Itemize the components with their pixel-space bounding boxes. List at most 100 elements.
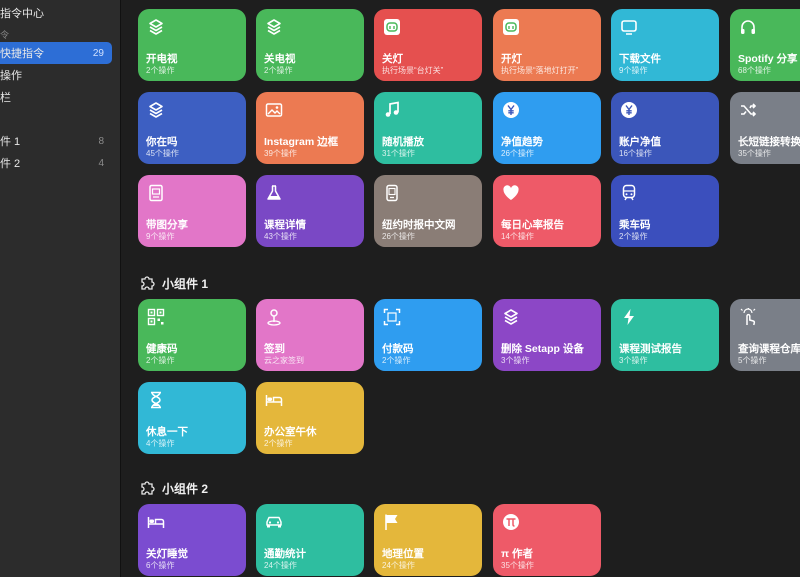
shortcut-action-count: 6个操作 [146, 561, 175, 570]
sidebar-item-label: 件 2 [0, 158, 21, 170]
shortcut-tile[interactable]: 下载文件 9个操作 [611, 9, 719, 81]
sidebar-title-text: 指令中心 [0, 8, 44, 20]
shortcut-tile[interactable]: 地理位置 24个操作 [374, 504, 482, 576]
sidebar-item-label: 操作 [0, 70, 22, 82]
shortcut-tile[interactable]: 随机播放 31个操作 [374, 92, 482, 164]
shortcut-tile[interactable]: 纽约时报中文网 26个操作 [374, 175, 482, 247]
shortcut-name: 课程测试报告 [619, 343, 682, 355]
sidebar-section-header: 令 [0, 30, 10, 40]
sidebar-item-label: 件 1 [0, 136, 21, 148]
widget-1-header: 小组件 1 [139, 274, 208, 292]
shortcut-name: 随机播放 [382, 136, 424, 148]
sidebar-item-count: 8 [98, 135, 104, 147]
shortcut-action-count: 9个操作 [146, 232, 175, 241]
shortcut-tile[interactable]: 你在吗 45个操作 [138, 92, 246, 164]
shortcut-tile[interactable]: 付款码 2个操作 [374, 299, 482, 371]
bolt-icon [620, 308, 638, 326]
shortcut-tile[interactable]: 长短链接转换 35个操作 [730, 92, 800, 164]
sidebar-item-count: 4 [98, 157, 104, 169]
bed-icon [147, 513, 165, 531]
shortcut-tile[interactable]: 净值趋势 26个操作 [493, 92, 601, 164]
shortcut-name: 纽约时报中文网 [382, 219, 456, 231]
shortcut-tile[interactable]: 通勤统计 24个操作 [256, 504, 364, 576]
bed-icon [265, 391, 283, 409]
shortcut-action-count: 2个操作 [264, 66, 293, 75]
sidebar-item-all-shortcuts[interactable]: 快捷指令 29 [0, 42, 112, 64]
widget-puzzle-icon [141, 481, 155, 495]
scan-code-icon [383, 308, 401, 326]
train-icon [620, 184, 638, 202]
shortcut-action-count: 执行场景“落地灯打开” [501, 66, 579, 75]
shortcut-tile[interactable]: 开电视 2个操作 [138, 9, 246, 81]
sidebar-item-menu-bar[interactable]: 栏 [0, 86, 112, 108]
qr-code-icon [147, 308, 165, 326]
shortcut-action-count: 24个操作 [264, 561, 297, 570]
shortcut-tile[interactable]: 健康码 2个操作 [138, 299, 246, 371]
shortcut-tile[interactable]: 课程详情 43个操作 [256, 175, 364, 247]
shortcut-name: 关灯 [382, 53, 403, 65]
shortcut-action-count: 68个操作 [738, 66, 771, 75]
car-icon [265, 513, 283, 531]
shortcut-action-count: 4个操作 [146, 439, 175, 448]
shortcut-name: 每日心率报告 [501, 219, 564, 231]
shortcut-action-count: 执行场景“台灯关” [382, 66, 444, 75]
layers-icon [265, 18, 283, 36]
shortcut-name: 签到 [264, 343, 285, 355]
shortcut-action-count: 35个操作 [738, 149, 771, 158]
shortcut-tile[interactable]: 关电视 2个操作 [256, 9, 364, 81]
layers-icon [147, 101, 165, 119]
shortcut-tile[interactable]: 签到 云之家签到 [256, 299, 364, 371]
sidebar-item-label: 栏 [0, 92, 11, 104]
shortcut-tile[interactable]: 查询课程仓库 5个操作 [730, 299, 800, 371]
tap-icon [739, 308, 757, 326]
shortcut-action-count: 云之家签到 [264, 356, 304, 365]
shortcut-action-count: 2个操作 [146, 66, 175, 75]
shortcut-action-count: 3个操作 [501, 356, 530, 365]
shortcut-name: 课程详情 [264, 219, 306, 231]
shortcut-name: 开电视 [146, 53, 178, 65]
shortcut-tile[interactable]: 账户净值 16个操作 [611, 92, 719, 164]
phone-icon [383, 184, 401, 202]
shortcut-tile[interactable]: 办公室午休 2个操作 [256, 382, 364, 454]
sidebar: 指令中心 令 快捷指令 29 操作 栏 件 1 8 件 2 4 [0, 0, 121, 577]
shortcut-name: 地理位置 [382, 548, 424, 560]
shortcut-tile[interactable]: 乘车码 2个操作 [611, 175, 719, 247]
shortcut-name: 下载文件 [619, 53, 661, 65]
shortcut-tile[interactable]: 关灯 执行场景“台灯关” [374, 9, 482, 81]
shortcut-tile[interactable]: 休息一下 4个操作 [138, 382, 246, 454]
shortcut-name: 删除 Setapp 设备 [501, 343, 584, 355]
shortcut-name: 关灯睡觉 [146, 548, 188, 560]
shortcut-tile[interactable]: 删除 Setapp 设备 3个操作 [493, 299, 601, 371]
sidebar-item-label: 快捷指令 [0, 48, 44, 60]
shortcut-action-count: 39个操作 [264, 149, 297, 158]
widget-2-header: 小组件 2 [139, 479, 208, 497]
shortcut-name: 办公室午休 [264, 426, 317, 438]
shortcut-action-count: 3个操作 [619, 356, 648, 365]
shortcut-tile[interactable]: π 作者 35个操作 [493, 504, 601, 576]
shortcut-tile[interactable]: Spotify 分享 68个操作 [730, 9, 800, 81]
sidebar-item-widget-1[interactable]: 件 1 8 [0, 130, 112, 152]
location-pin-icon [265, 308, 283, 326]
shortcut-action-count: 43个操作 [264, 232, 297, 241]
shortcut-tile[interactable]: 课程测试报告 3个操作 [611, 299, 719, 371]
yen-icon [620, 101, 638, 119]
shortcut-action-count: 2个操作 [146, 356, 175, 365]
tv-icon [620, 18, 638, 36]
shortcut-tile[interactable]: 带图分享 9个操作 [138, 175, 246, 247]
shortcut-action-count: 26个操作 [382, 232, 415, 241]
shortcut-tile[interactable]: 关灯睡觉 6个操作 [138, 504, 246, 576]
shortcuts-gallery [121, 0, 800, 577]
layers-icon [147, 18, 165, 36]
shortcut-action-count: 14个操作 [501, 232, 534, 241]
shortcut-name: π 作者 [501, 548, 533, 560]
sidebar-item-widget-2[interactable]: 件 2 4 [0, 152, 112, 174]
shortcut-name: 休息一下 [146, 426, 188, 438]
shortcut-tile[interactable]: 开灯 执行场景“落地灯打开” [493, 9, 601, 81]
shuffle-icon [739, 101, 757, 119]
shortcut-action-count: 45个操作 [146, 149, 179, 158]
shortcut-tile[interactable]: Instagram 边框 39个操作 [256, 92, 364, 164]
sidebar-item-actions[interactable]: 操作 [0, 64, 112, 86]
shortcut-tile[interactable]: 每日心率报告 14个操作 [493, 175, 601, 247]
mi-home-icon [502, 18, 520, 36]
shortcut-action-count: 9个操作 [619, 66, 648, 75]
